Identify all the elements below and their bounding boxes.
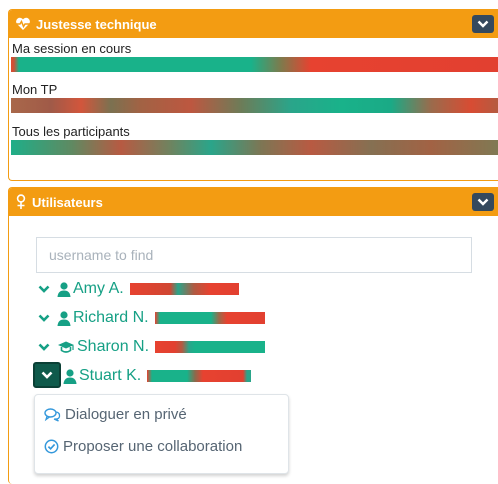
user-name: Sharon N. <box>77 338 150 355</box>
heartbeat-icon <box>15 17 31 31</box>
user-actions-menu: Dialoguer en privé Proposer une collabor… <box>34 394 289 474</box>
technique-panel: Justesse technique Ma session en cours M… <box>8 9 498 181</box>
session-label: Ma session en cours <box>12 41 132 56</box>
user-item-richard[interactable]: Richard N. <box>36 307 265 329</box>
user-score-bar <box>129 283 239 295</box>
chevron-down-icon[interactable] <box>36 285 52 293</box>
users-panel-title: Utilisateurs <box>32 194 103 210</box>
menu-item-collaboration[interactable]: Proposer une collaboration <box>44 438 242 455</box>
user-item-stuart[interactable]: Stuart K. <box>63 365 252 387</box>
chevron-down-icon[interactable] <box>36 343 52 351</box>
user-score-bar <box>155 341 266 353</box>
technique-panel-header: Justesse technique <box>9 10 498 38</box>
users-panel-header: Utilisateurs <box>9 188 498 216</box>
user-name: Stuart K. <box>79 367 142 384</box>
participants-score-bar <box>11 140 498 155</box>
user-score-bar <box>154 312 265 324</box>
tp-label: Mon TP <box>12 82 58 97</box>
check-circle-icon <box>44 439 59 454</box>
user-item-sharon[interactable]: Sharon N. <box>36 336 266 358</box>
user-expand-button[interactable] <box>33 362 61 388</box>
menu-item-private-chat[interactable]: Dialoguer en privé <box>44 406 187 423</box>
chevron-down-icon[interactable] <box>36 314 52 322</box>
users-panel: Utilisateurs username to find Amy A. Ric… <box>8 187 498 484</box>
user-search-input[interactable]: username to find <box>36 237 472 273</box>
user-name: Amy A. <box>73 280 124 297</box>
collapse-technique-button[interactable] <box>472 15 494 33</box>
tp-score-bar <box>11 98 498 113</box>
session-score-bar <box>11 57 498 72</box>
participants-label: Tous les participants <box>12 124 130 139</box>
comments-icon <box>44 407 61 422</box>
chevron-down-icon <box>477 20 489 28</box>
user-score-bar <box>147 370 252 382</box>
user-name: Richard N. <box>73 309 149 326</box>
chevron-down-icon <box>41 371 53 379</box>
user-icon <box>57 310 71 326</box>
collapse-users-button[interactable] <box>472 193 494 211</box>
user-icon <box>57 281 71 297</box>
chevron-down-icon <box>477 198 489 206</box>
technique-panel-title: Justesse technique <box>36 16 157 32</box>
graduation-cap-icon <box>57 340 75 354</box>
user-icon <box>63 368 77 384</box>
user-item-amy[interactable]: Amy A. <box>36 278 239 300</box>
menu-item-label: Proposer une collaboration <box>63 438 243 455</box>
menu-item-label: Dialoguer en privé <box>65 406 187 423</box>
user-female-icon <box>15 194 27 210</box>
